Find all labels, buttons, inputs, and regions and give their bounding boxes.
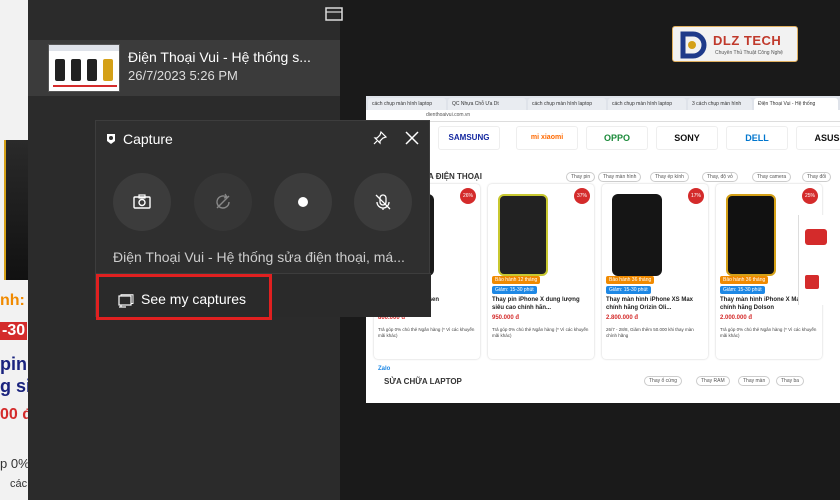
logo-mark-icon [680, 31, 707, 59]
filter-chip: Thay, độ vỏ [702, 172, 738, 182]
capture-target-description: Điện Thoại Vui - Hệ thống sửa điện thoại… [113, 249, 405, 265]
product-price: 2.000.000 đ [720, 315, 753, 321]
background-text: pin [0, 354, 27, 374]
discount-badge: 17% [688, 188, 704, 204]
screen: nh: 1 -30 pin g siê 00 đ p 0% các Điện T… [0, 0, 840, 500]
product-price: 2.800.000 đ [606, 315, 639, 321]
start-recording-button[interactable] [274, 173, 332, 231]
browser-tab: cách chụp màn hình laptop [528, 98, 606, 110]
product-note: Trả góp 0% chủ thẻ Ngân hàng (* Vì các k… [378, 327, 475, 338]
record-last-icon [216, 193, 230, 209]
section-title-phone: A ĐIỆN THOẠI [428, 172, 482, 181]
capture-widget-title: Capture [123, 131, 173, 147]
browser-tab: cách chụp màn hình laptop [608, 98, 686, 110]
time-tag: Giảm: 15-30 phút [492, 286, 537, 294]
product-note: Trả góp 0% chủ thẻ Ngân hàng (* Vì các k… [720, 327, 817, 338]
camera-icon [133, 194, 151, 209]
discount-badge: 25% [802, 188, 818, 204]
product-name: Thay pin iPhone X dung lượng siêu cao ch… [492, 297, 580, 311]
background-text: g siê [0, 376, 28, 396]
time-tag: Giảm: 15-30 phút [606, 286, 651, 294]
brand-logo: mi xiaomi [516, 126, 578, 150]
section-title-laptop: SỬA CHỮA LAPTOP [384, 377, 462, 386]
browser-tab: 3 cách chụp màn hình [688, 98, 752, 110]
brand-logo: SAMSUNG [438, 126, 500, 150]
logo-text: DLZ TECH [713, 33, 782, 48]
see-my-captures-label: See my captures [141, 291, 247, 307]
discount-badge: 37% [574, 188, 590, 204]
screenshot-button[interactable] [113, 173, 171, 231]
product-note: Trả góp 0% chủ thẻ Ngân hàng (* Vì các k… [492, 327, 589, 338]
warranty-tag: Bảo hành 36 tháng [720, 276, 769, 284]
filter-chip: Thay RAM [696, 376, 730, 386]
gallery-folder-icon[interactable] [323, 5, 345, 23]
microphone-toggle-button[interactable] [354, 173, 412, 231]
time-tag: Giảm: 15-30 phút [720, 286, 765, 294]
record-dot-icon [298, 197, 308, 207]
product-price: 950.000 đ [492, 315, 520, 321]
browser-tab: cách chụp màn hình laptop [368, 98, 446, 110]
url-text: dienthoaivui.com.vn [426, 112, 471, 118]
warranty-tag: Bảo hành 12 tháng [492, 276, 541, 284]
browser-url-bar: dienthoaivui.com.vn [366, 110, 840, 122]
background-product-image [4, 140, 28, 280]
filter-chip: Thay màn [738, 376, 771, 386]
background-text: nh: 1 [0, 292, 28, 309]
filter-chip: Thay pin [566, 172, 596, 182]
capture-widget: Capture Điện Thoại Vui - Hệ thống sửa đi… [95, 120, 431, 320]
capture-title: Điện Thoại Vui - Hệ thống s... [128, 49, 311, 65]
captured-webpage-preview: cách chụp màn hình laptop QC Nhựa Chỗ Ưa… [366, 96, 840, 403]
product-name: Thay màn hình iPhone XS Max chính hãng O… [606, 297, 694, 311]
background-webpage: nh: 1 -30 pin g siê 00 đ p 0% các [0, 0, 28, 500]
microphone-off-icon [375, 194, 391, 210]
background-text: các [10, 478, 28, 490]
brand-logo: SONY [656, 126, 718, 150]
discount-badge: 26% [460, 188, 476, 204]
background-text: p 0% [0, 456, 28, 471]
capture-widget-icon [107, 134, 115, 144]
filter-chip: Thay ba [776, 376, 805, 386]
browser-tab-active: Điện Thoại Vui - Hệ thống [754, 98, 838, 110]
product-image [498, 194, 548, 276]
brand-logo: ASUS [796, 126, 840, 150]
background-text: -30 [0, 322, 28, 340]
product-card: 17% Bảo hành 36 tháng Giảm: 15-30 phút T… [602, 184, 708, 359]
chat-widget [798, 215, 840, 305]
logo-tagline: Chuyên Thủ Thuật Công Nghệ [715, 50, 783, 56]
product-card: 37% Bảo hành 12 tháng Giảm: 15-30 phút T… [488, 184, 594, 359]
see-captures-row: See my captures [96, 273, 431, 320]
brand-strip: SAMSUNG mi xiaomi OPPO SONY DELL ASUS [366, 124, 840, 150]
brand-logo: OPPO [586, 126, 648, 150]
browser-tab: QC Nhựa Chỗ Ưa Dt [448, 98, 526, 110]
filter-chip: Thay màn hình [598, 172, 642, 182]
captures-gallery-icon [118, 294, 134, 308]
recent-capture-item[interactable]: Điện Thoại Vui - Hệ thống s... 26/7/2023… [28, 40, 340, 96]
product-note: 26/7 - 28/8, Giảm thêm 50.000 khi thay m… [606, 327, 694, 338]
filter-chip: Thay ổ cứng [644, 376, 683, 386]
filter-chip: Thay đổi [802, 172, 832, 182]
warranty-tag: Bảo hành 36 tháng [606, 276, 655, 284]
pin-icon[interactable] [372, 130, 388, 146]
browser-tab-bar: cách chụp màn hình laptop QC Nhựa Chỗ Ưa… [366, 96, 840, 110]
capture-date: 26/7/2023 5:26 PM [128, 68, 238, 83]
see-my-captures-button[interactable]: See my captures [96, 274, 272, 320]
product-image [612, 194, 662, 276]
product-image [726, 194, 776, 276]
dlz-tech-logo: DLZ TECH Chuyên Thủ Thuật Công Nghệ [672, 26, 798, 62]
close-icon[interactable] [404, 130, 420, 146]
brand-logo: DELL [726, 126, 788, 150]
background-text: 00 đ [0, 406, 28, 423]
filter-chip: Thay camera [752, 172, 792, 182]
zalo-label: Zalo [378, 366, 391, 372]
filter-chip: Thay ép kính [650, 172, 689, 182]
capture-thumbnail [48, 44, 120, 92]
record-last-30s-button[interactable] [194, 173, 252, 231]
